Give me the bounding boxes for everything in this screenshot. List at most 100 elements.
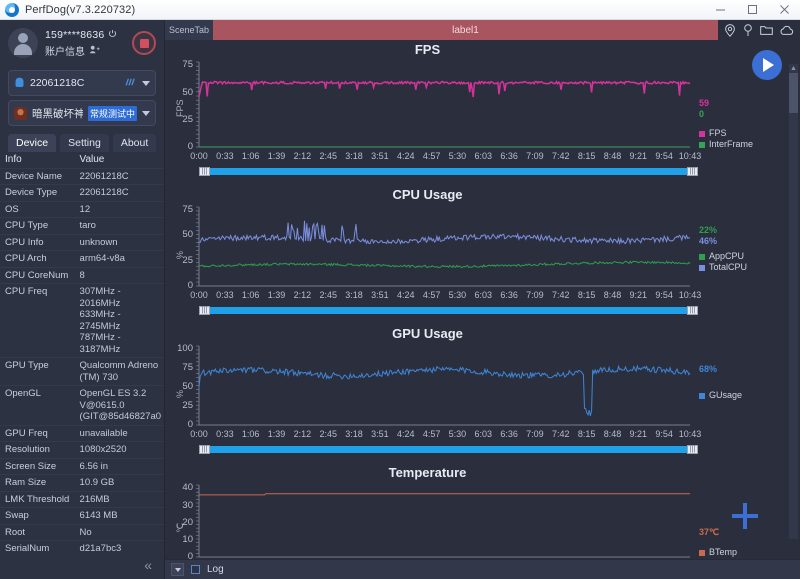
chevron-down-icon[interactable]: [142, 111, 150, 116]
charts-area: ▲ FPSFPS02550750:000:331:061:392:122:453…: [165, 40, 800, 559]
row-key: GPU Type: [0, 358, 75, 386]
device-selector[interactable]: 22061218C: [8, 70, 156, 96]
account-info-label[interactable]: 账户信息: [45, 43, 85, 58]
current-values: 68%: [699, 364, 717, 375]
row-value: 307MHz - 2016MHz633MHz - 2745MHz787MHz -…: [75, 284, 164, 358]
series-current-value: 37℃: [699, 527, 719, 538]
avatar[interactable]: [8, 28, 38, 58]
folder-icon[interactable]: [760, 24, 773, 36]
row-value: 6.56 in: [75, 458, 164, 475]
table-row[interactable]: RootNo: [0, 524, 164, 541]
row-key: CPU CoreNum: [0, 267, 75, 284]
chart-legend: GUsage: [699, 390, 742, 401]
legend-item[interactable]: FPS: [699, 128, 753, 139]
row-value: taro: [75, 218, 164, 235]
cloud-icon[interactable]: [780, 25, 794, 36]
legend-item[interactable]: AppCPU: [699, 251, 747, 262]
row-value: unavailable: [75, 425, 164, 442]
chevron-down-icon[interactable]: [142, 81, 150, 86]
power-icon[interactable]: [108, 29, 117, 40]
table-row[interactable]: OS12: [0, 201, 164, 218]
account-panel: 159****8636 账户信息: [0, 20, 164, 66]
table-row[interactable]: LMK Threshold216MB: [0, 491, 164, 508]
slider-handle-left[interactable]: |||: [199, 445, 210, 454]
location-pin-icon[interactable]: [724, 24, 736, 37]
row-value: 10.9 GB: [75, 475, 164, 492]
slider-handle-left[interactable]: |||: [199, 167, 210, 176]
app-selector[interactable]: 暗黑破坏神：不朽 常规测试中: [8, 100, 156, 126]
col-header-info: Info: [0, 152, 75, 168]
table-row[interactable]: Ram Size10.9 GB: [0, 475, 164, 492]
chart-legend: AppCPUTotalCPU: [699, 251, 747, 273]
maximize-button[interactable]: [736, 0, 768, 20]
tab-setting[interactable]: Setting: [60, 134, 109, 152]
row-value: 22061218C: [75, 168, 164, 185]
slider-handle-right[interactable]: |||: [687, 306, 698, 315]
slider-handle-right[interactable]: |||: [687, 167, 698, 176]
slider-track[interactable]: [207, 446, 690, 453]
play-button[interactable]: [752, 50, 782, 80]
legend-item[interactable]: InterFrame: [699, 139, 753, 150]
table-row[interactable]: Swap6143 MB: [0, 508, 164, 525]
table-row[interactable]: SerialNumd21a7bc3: [0, 541, 164, 552]
row-value: 6143 MB: [75, 508, 164, 525]
link-icon[interactable]: [122, 74, 139, 92]
table-row[interactable]: CPU Typetaro: [0, 218, 164, 235]
row-key: Device Type: [0, 185, 75, 202]
legend-item[interactable]: BTemp: [699, 547, 737, 558]
row-key: Screen Size: [0, 458, 75, 475]
minimize-button[interactable]: [704, 0, 736, 20]
crosshair-plus-icon[interactable]: [730, 501, 760, 536]
device-info-table: InfoValueDevice Name22061218CDevice Type…: [0, 152, 164, 551]
dropdown-icon[interactable]: [171, 563, 184, 576]
slider-handle-right[interactable]: |||: [687, 445, 698, 454]
table-row[interactable]: Device Name22061218C: [0, 168, 164, 185]
legend-item[interactable]: GUsage: [699, 390, 742, 401]
series-current-value: 0: [699, 109, 709, 120]
row-value: OpenGL ES 3.2 V@0615.0 (GIT@85d46827a0: [75, 386, 164, 426]
legend-label: AppCPU: [709, 251, 744, 262]
table-row[interactable]: CPU Freq307MHz - 2016MHz633MHz - 2745MHz…: [0, 284, 164, 358]
table-row[interactable]: CPU CoreNum8: [0, 267, 164, 284]
table-row[interactable]: Device Type22061218C: [0, 185, 164, 202]
slider-handle-left[interactable]: |||: [199, 306, 210, 315]
series-totalcpu: [199, 221, 690, 244]
row-key: SerialNum: [0, 541, 75, 552]
row-key: CPU Arch: [0, 251, 75, 268]
table-row[interactable]: Screen Size6.56 in: [0, 458, 164, 475]
map-marker-icon[interactable]: [743, 24, 753, 37]
scene-label[interactable]: label1: [213, 20, 718, 40]
user-add-icon[interactable]: [89, 45, 100, 56]
tab-about[interactable]: About: [113, 134, 156, 152]
time-range-slider[interactable]: ||| |||: [199, 306, 698, 315]
chart-legend: FPSInterFrame: [699, 128, 753, 150]
series-current-value: 59: [699, 98, 709, 109]
table-row[interactable]: OpenGLOpenGL ES 3.2 V@0615.0 (GIT@85d468…: [0, 386, 164, 426]
table-row[interactable]: GPU TypeQualcomm Adreno (TM) 730: [0, 358, 164, 386]
row-key: OS: [0, 201, 75, 218]
chart-fps: FPSFPS02550750:000:331:061:392:122:453:1…: [165, 40, 800, 185]
collapse-left-icon[interactable]: «: [0, 551, 164, 579]
row-value: 22061218C: [75, 185, 164, 202]
tab-device[interactable]: Device: [8, 134, 56, 152]
table-row[interactable]: GPU Frequnavailable: [0, 425, 164, 442]
legend-label: TotalCPU: [709, 262, 747, 273]
scene-tab[interactable]: SceneTab: [165, 20, 213, 40]
table-row[interactable]: CPU Archarm64-v8a: [0, 251, 164, 268]
legend-item[interactable]: TotalCPU: [699, 262, 747, 273]
device-info-table-wrap: InfoValueDevice Name22061218CDevice Type…: [0, 152, 164, 551]
legend-label: BTemp: [709, 547, 737, 558]
record-stop-button[interactable]: [132, 31, 156, 55]
series-fps: [199, 82, 690, 98]
main-panel: SceneTab label1 ▲: [165, 20, 800, 579]
time-range-slider[interactable]: ||| |||: [199, 167, 698, 176]
log-checkbox[interactable]: [191, 565, 200, 574]
time-range-slider[interactable]: ||| |||: [199, 445, 698, 454]
device-name-value: 22061218C: [30, 77, 84, 89]
slider-track[interactable]: [207, 168, 690, 175]
table-row[interactable]: Resolution1080x2520: [0, 442, 164, 459]
table-row[interactable]: CPU Infounknown: [0, 234, 164, 251]
close-button[interactable]: [768, 0, 800, 20]
legend-label: GUsage: [709, 390, 742, 401]
slider-track[interactable]: [207, 307, 690, 314]
